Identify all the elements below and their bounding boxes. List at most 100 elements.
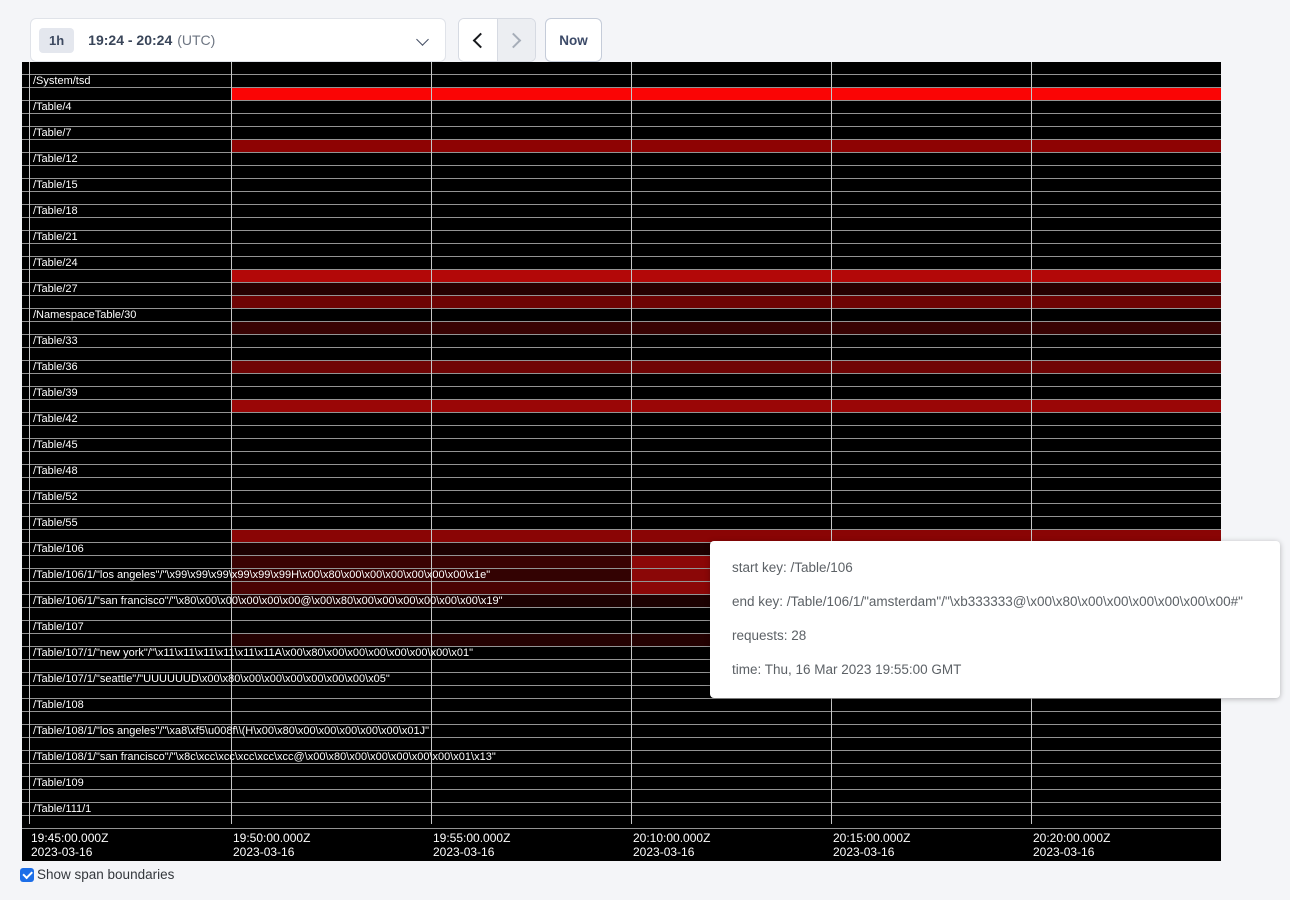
span-boundary-line — [22, 269, 1221, 270]
span-boundary-line — [22, 282, 1221, 283]
row-label: /Table/27 — [33, 283, 78, 296]
span-boundary-line — [22, 490, 1221, 491]
span-boundary-line — [22, 191, 1221, 192]
span-boundary-line — [22, 516, 1221, 517]
span-boundary-line — [22, 698, 1221, 699]
heatmap-band — [231, 322, 1221, 334]
row-label: /Table/106 — [33, 543, 84, 556]
span-boundary-line — [22, 347, 1221, 348]
span-boundary-line — [22, 334, 1221, 335]
row-label: /Table/108/1/"los angeles"/"\xa8\xf5\u00… — [33, 725, 429, 738]
show-span-boundaries-label: Show span boundaries — [37, 866, 174, 884]
row-label: /Table/39 — [33, 387, 78, 400]
heatmap-band — [231, 361, 1221, 373]
row-label: /Table/106/1/"san francisco"/"\x80\x00\x… — [33, 595, 503, 608]
span-boundary-line — [22, 243, 1221, 244]
span-boundary-line — [22, 74, 1221, 75]
span-boundary-line — [22, 178, 1221, 179]
row-label: /Table/107 — [33, 621, 84, 634]
tooltip-requests: requests: 28 — [732, 626, 1258, 646]
time-pager — [458, 18, 536, 62]
footer: Show span boundaries — [20, 866, 174, 884]
row-label: /Table/18 — [33, 205, 78, 218]
row-label: /Table/36 — [33, 361, 78, 374]
row-label: /Table/21 — [33, 231, 78, 244]
span-boundary-line — [22, 87, 1221, 88]
span-boundary-line — [22, 438, 1221, 439]
heatmap-band — [231, 296, 1221, 308]
axis-tick-label: 20:10:00.000Z2023-03-16 — [633, 831, 710, 859]
span-boundary-line — [22, 828, 1221, 829]
span-boundary-line — [22, 802, 1221, 803]
hover-tooltip: start key: /Table/106 end key: /Table/10… — [710, 541, 1280, 698]
timezone-label: (UTC) — [177, 32, 215, 48]
axis-tick-label: 20:20:00.000Z2023-03-16 — [1033, 831, 1110, 859]
range-preset-badge: 1h — [39, 28, 74, 53]
time-gridline — [231, 62, 232, 824]
span-boundary-line — [22, 451, 1221, 452]
next-button[interactable] — [497, 19, 536, 61]
row-label: /Table/4 — [33, 101, 72, 114]
span-boundary-line — [22, 217, 1221, 218]
row-label: /Table/42 — [33, 413, 78, 426]
row-label: /Table/7 — [33, 127, 72, 140]
row-label: /Table/48 — [33, 465, 78, 478]
time-gridline — [631, 62, 632, 824]
row-label: /Table/55 — [33, 517, 78, 530]
tooltip-end-key: end key: /Table/106/1/"amsterdam"/"\xb33… — [732, 592, 1258, 612]
row-label: /System/tsd — [33, 75, 90, 88]
span-boundary-line — [22, 139, 1221, 140]
span-boundary-line — [22, 152, 1221, 153]
span-boundary-line — [22, 464, 1221, 465]
span-boundary-line — [22, 711, 1221, 712]
row-label: /Table/15 — [33, 179, 78, 192]
span-boundary-line — [22, 386, 1221, 387]
span-boundary-line — [22, 126, 1221, 127]
span-boundary-line — [22, 295, 1221, 296]
span-boundary-line — [22, 477, 1221, 478]
row-label: /Table/24 — [33, 257, 78, 270]
row-label: /Table/33 — [33, 335, 78, 348]
time-gridline — [831, 62, 832, 824]
prev-button[interactable] — [459, 19, 497, 61]
range-label: 19:24 - 20:24 — [88, 32, 172, 48]
row-label: /Table/106/1/"los angeles"/"\x99\x99\x99… — [33, 569, 490, 582]
span-boundary-line — [22, 256, 1221, 257]
time-gridline — [1031, 62, 1032, 824]
row-label: /Table/45 — [33, 439, 78, 452]
span-boundary-line — [22, 204, 1221, 205]
heatmap-band — [231, 400, 1221, 412]
span-boundary-line — [22, 165, 1221, 166]
chevron-down-icon — [416, 33, 429, 46]
row-label: /Table/52 — [33, 491, 78, 504]
tooltip-start-key: start key: /Table/106 — [732, 558, 1258, 578]
time-gridline — [29, 62, 30, 824]
time-gridline — [431, 62, 432, 824]
span-boundary-line — [22, 308, 1221, 309]
span-boundary-line — [22, 529, 1221, 530]
span-boundary-line — [22, 230, 1221, 231]
heatmap-band — [231, 140, 1221, 152]
show-span-boundaries-checkbox[interactable] — [20, 868, 34, 882]
row-label: /Table/107/1/"seattle"/"UUUUUUD\x00\x80\… — [33, 673, 390, 686]
row-label: /Table/108 — [33, 699, 84, 712]
row-label: /Table/108/1/"san francisco"/"\x8c\xcc\x… — [33, 751, 496, 764]
heatmap-canvas[interactable]: /System/tsd/Table/4/Table/7/Table/12/Tab… — [22, 62, 1221, 861]
span-boundary-line — [22, 321, 1221, 322]
span-boundary-line — [22, 425, 1221, 426]
row-label: /Table/107/1/"new york"/"\x11\x11\x11\x1… — [33, 647, 473, 660]
heatmap-band — [231, 283, 1221, 295]
span-boundary-line — [22, 399, 1221, 400]
heatmap-band — [231, 270, 1221, 282]
time-range-select[interactable]: 1h 19:24 - 20:24 (UTC) — [30, 18, 446, 62]
axis-tick-label: 19:50:00.000Z2023-03-16 — [233, 831, 310, 859]
span-boundary-line — [22, 776, 1221, 777]
row-label: /Table/111/1 — [33, 803, 91, 816]
row-label: /Table/109 — [33, 777, 84, 790]
span-boundary-line — [22, 373, 1221, 374]
row-label: /Table/12 — [33, 153, 78, 166]
heatmap-band — [231, 88, 1221, 100]
axis-tick-label: 19:55:00.000Z2023-03-16 — [433, 831, 510, 859]
chevron-left-icon — [473, 33, 489, 49]
now-button[interactable]: Now — [545, 18, 602, 62]
